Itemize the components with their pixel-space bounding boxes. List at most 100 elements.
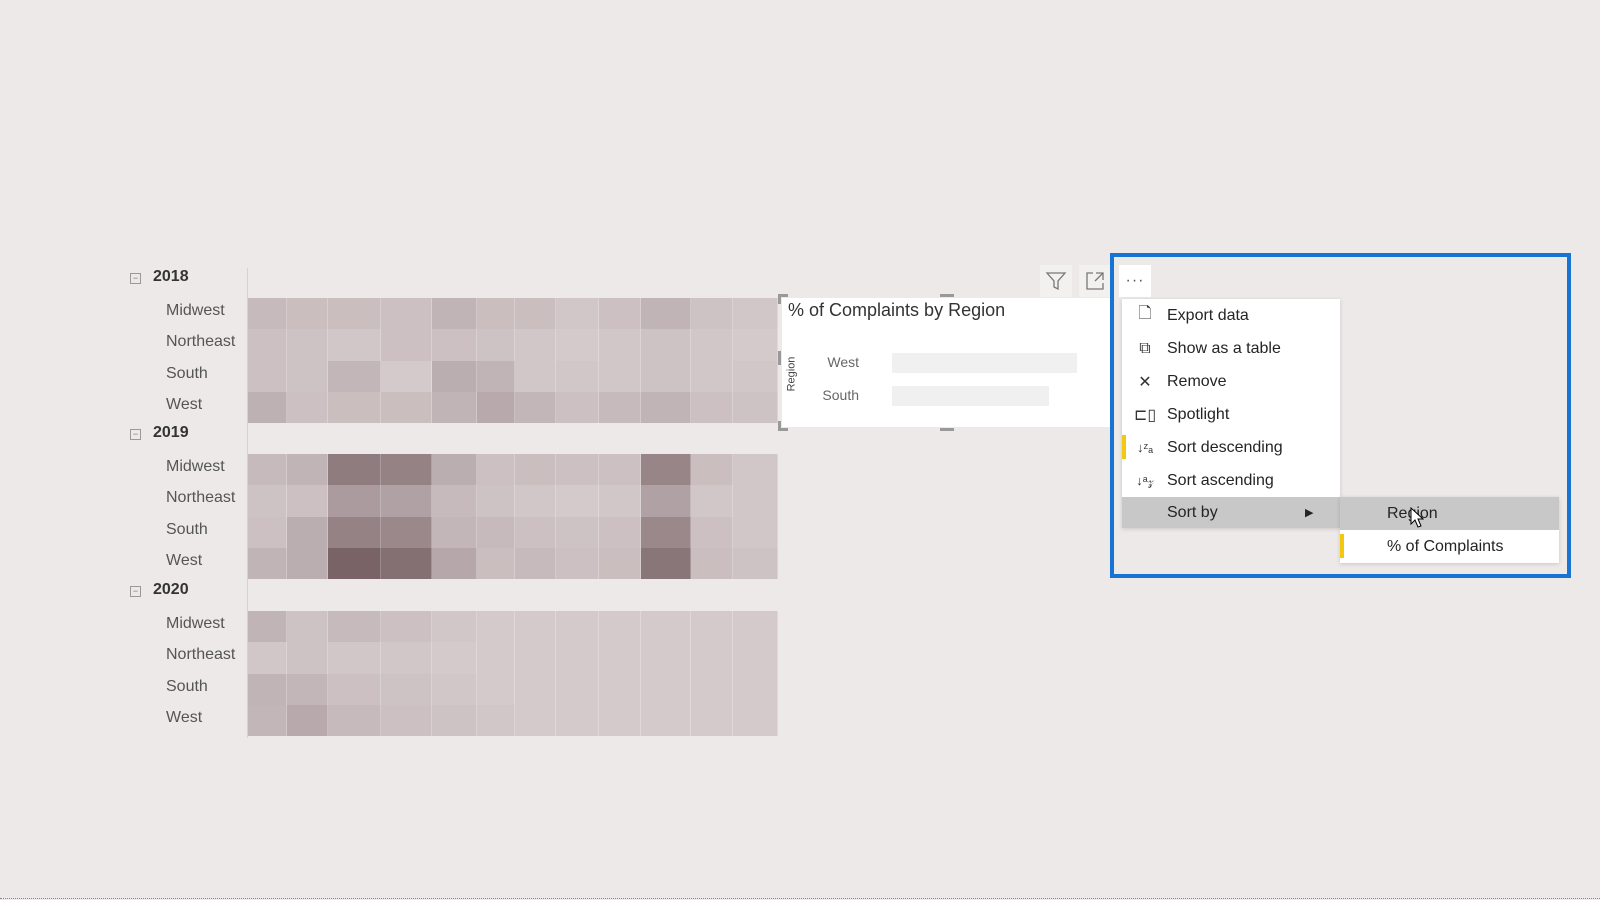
heatmap-cell[interactable] <box>733 360 778 392</box>
menu-item-sort-descending[interactable]: ↓ᶻₐ Sort descending <box>1122 431 1340 464</box>
heatmap-cell[interactable] <box>248 547 287 580</box>
collapse-icon[interactable]: − <box>130 586 141 597</box>
heatmap-cell[interactable] <box>328 547 381 580</box>
heatmap-cell[interactable] <box>691 329 733 361</box>
heatmap-cell[interactable] <box>432 329 477 361</box>
heatmap-cell[interactable] <box>381 298 432 330</box>
heatmap-cell[interactable] <box>733 298 778 330</box>
heatmap-cell[interactable] <box>556 485 599 517</box>
heatmap-cell[interactable] <box>733 704 778 737</box>
heatmap-cell[interactable] <box>515 454 556 486</box>
heatmap-cell[interactable] <box>287 611 328 643</box>
heatmap-cell[interactable] <box>515 704 556 737</box>
heatmap-cell[interactable] <box>599 454 641 486</box>
heatmap-cell[interactable] <box>641 547 691 580</box>
heatmap-cell[interactable] <box>599 547 641 580</box>
bar-west[interactable] <box>892 353 1077 373</box>
heatmap-cell[interactable] <box>477 329 515 361</box>
heatmap-cell[interactable] <box>691 516 733 548</box>
heatmap-cell[interactable] <box>641 642 691 674</box>
heatmap-cell[interactable] <box>248 611 287 643</box>
heatmap-cell[interactable] <box>328 391 381 424</box>
heatmap-cell[interactable] <box>641 298 691 330</box>
heatmap-cell[interactable] <box>556 704 599 737</box>
resize-handle[interactable] <box>940 294 954 297</box>
filter-button[interactable] <box>1040 265 1072 297</box>
heatmap-cell[interactable] <box>381 642 432 674</box>
heatmap-cell[interactable] <box>599 516 641 548</box>
heatmap-cell[interactable] <box>287 673 328 705</box>
heatmap-cell[interactable] <box>287 547 328 580</box>
collapse-icon[interactable]: − <box>130 429 141 440</box>
heatmap-cell[interactable] <box>515 360 556 392</box>
heatmap-cell[interactable] <box>477 298 515 330</box>
heatmap-cell[interactable] <box>599 391 641 424</box>
heatmap-cell[interactable] <box>381 329 432 361</box>
resize-handle[interactable] <box>778 294 781 304</box>
heatmap-cell[interactable] <box>691 360 733 392</box>
menu-item-sort-ascending[interactable]: ↓ᵃ𝓏 Sort ascending <box>1122 464 1340 497</box>
heatmap-cell[interactable] <box>515 516 556 548</box>
heatmap-cell[interactable] <box>733 454 778 486</box>
heatmap-cell[interactable] <box>515 642 556 674</box>
heatmap-cell[interactable] <box>515 673 556 705</box>
heatmap-cell[interactable] <box>691 704 733 737</box>
heatmap-cell[interactable] <box>515 329 556 361</box>
heatmap-cell[interactable] <box>381 485 432 517</box>
heatmap-cell[interactable] <box>515 611 556 643</box>
heatmap-cell[interactable] <box>432 642 477 674</box>
heatmap-cell[interactable] <box>599 329 641 361</box>
heatmap-cell[interactable] <box>515 391 556 424</box>
heatmap-cell[interactable] <box>641 516 691 548</box>
heatmap-cell[interactable] <box>381 391 432 424</box>
heatmap-cell[interactable] <box>432 673 477 705</box>
heatmap-cell[interactable] <box>515 298 556 330</box>
heatmap-cell[interactable] <box>691 547 733 580</box>
heatmap-cell[interactable] <box>556 454 599 486</box>
heatmap-cell[interactable] <box>477 360 515 392</box>
heatmap-cell[interactable] <box>556 547 599 580</box>
heatmap-cell[interactable] <box>328 485 381 517</box>
resize-handle[interactable] <box>778 421 781 431</box>
heatmap-cell[interactable] <box>641 391 691 424</box>
heatmap-cell[interactable] <box>432 298 477 330</box>
heatmap-cell[interactable] <box>287 360 328 392</box>
heatmap-cell[interactable] <box>248 329 287 361</box>
heatmap-cell[interactable] <box>556 298 599 330</box>
heatmap-cell[interactable] <box>328 360 381 392</box>
heatmap-cell[interactable] <box>477 642 515 674</box>
resize-handle[interactable] <box>778 351 781 365</box>
heatmap-cell[interactable] <box>477 391 515 424</box>
menu-item-spotlight[interactable]: ⊏▯ Spotlight <box>1122 398 1340 431</box>
heatmap-cell[interactable] <box>599 298 641 330</box>
heatmap-cell[interactable] <box>432 454 477 486</box>
heatmap-cell[interactable] <box>381 454 432 486</box>
heatmap-cell[interactable] <box>599 673 641 705</box>
heatmap-cell[interactable] <box>287 485 328 517</box>
heatmap-cell[interactable] <box>691 611 733 643</box>
heatmap-cell[interactable] <box>381 611 432 643</box>
heatmap-cell[interactable] <box>381 516 432 548</box>
menu-item-remove[interactable]: ✕ Remove <box>1122 365 1340 398</box>
heatmap-cell[interactable] <box>599 704 641 737</box>
heatmap-cell[interactable] <box>328 329 381 361</box>
resize-handle[interactable] <box>940 428 954 431</box>
heatmap-cell[interactable] <box>248 642 287 674</box>
heatmap-cell[interactable] <box>733 547 778 580</box>
heatmap-cell[interactable] <box>556 642 599 674</box>
submenu-item-region[interactable]: Region <box>1340 497 1559 530</box>
heatmap-cell[interactable] <box>328 673 381 705</box>
heatmap-cell[interactable] <box>328 516 381 548</box>
heatmap-cell[interactable] <box>691 673 733 705</box>
heatmap-cell[interactable] <box>477 673 515 705</box>
heatmap-cell[interactable] <box>733 329 778 361</box>
heatmap-cell[interactable] <box>733 611 778 643</box>
heatmap-cell[interactable] <box>556 673 599 705</box>
heatmap-cell[interactable] <box>515 547 556 580</box>
heatmap-cell[interactable] <box>248 516 287 548</box>
heatmap-cell[interactable] <box>381 673 432 705</box>
heatmap-cell[interactable] <box>287 642 328 674</box>
heatmap-cell[interactable] <box>287 516 328 548</box>
heatmap-cell[interactable] <box>556 516 599 548</box>
heatmap-cell[interactable] <box>381 547 432 580</box>
